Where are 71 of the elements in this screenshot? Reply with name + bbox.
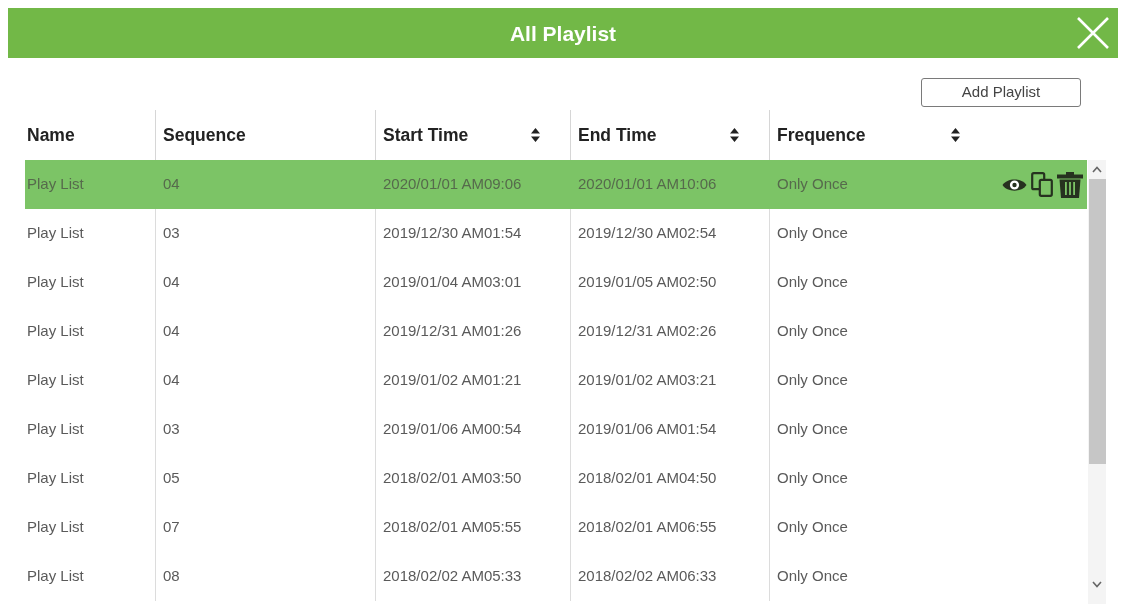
table-cell-text: 2019/12/31 AM02:26 — [578, 321, 717, 342]
eye-icon[interactable] — [1002, 176, 1027, 193]
table-cell-text: 04 — [163, 370, 180, 391]
column-header: Frequence — [777, 123, 866, 147]
table-cell-text: 05 — [163, 468, 180, 489]
table-cell-text: Only Once — [777, 419, 848, 440]
table-cell-text: 2019/01/06 AM01:54 — [578, 419, 717, 440]
scrollbar-track[interactable] — [1088, 160, 1106, 604]
table-cell-text: 08 — [163, 566, 180, 587]
table-cell-text: Only Once — [777, 517, 848, 538]
table-cell-text: 2019/01/02 AM03:21 — [578, 370, 717, 391]
table-cell-text: 2018/02/01 AM04:50 — [578, 468, 717, 489]
table-cell-text: 2020/01/01 AM10:06 — [578, 174, 717, 195]
table-cell-text: Play List — [27, 517, 84, 538]
table-row[interactable]: Play List 08 2018/02/02 AM05:33 2018/02/02 AM06:33 Only Once — [25, 552, 1087, 601]
trash-icon[interactable] — [1057, 171, 1083, 198]
table-cell-text: 2018/02/01 AM06:55 — [578, 517, 717, 538]
scroll-down-icon[interactable] — [1092, 581, 1102, 588]
sort-icon[interactable] — [531, 128, 540, 142]
column-header: Name — [27, 123, 75, 147]
table-cell-text: 03 — [163, 223, 180, 244]
table-cell-text: Play List — [27, 321, 84, 342]
table-row[interactable]: Play List 04 2019/01/04 AM03:01 2019/01/05 AM02:50 Only Once — [25, 258, 1087, 307]
table-row[interactable]: Play List 07 2018/02/01 AM05:55 2018/02/01 AM06:55 Only Once — [25, 503, 1087, 552]
table-cell-text: Only Once — [777, 174, 848, 195]
table-cell-text: 2019/12/31 AM01:26 — [383, 321, 522, 342]
table-row[interactable]: Play List 04 2019/01/02 AM01:21 2019/01/02 AM03:21 Only Once — [25, 356, 1087, 405]
table-cell-text: 2018/02/01 AM05:55 — [383, 517, 522, 538]
scroll-up-icon[interactable] — [1092, 166, 1102, 173]
table-cell-text: 04 — [163, 272, 180, 293]
column-header: Start Time — [383, 123, 469, 147]
column-header: Sequence — [163, 123, 246, 147]
table-cell-text: 2018/02/01 AM03:50 — [383, 468, 522, 489]
table-cell-text: 2019/01/05 AM02:50 — [578, 272, 717, 293]
table-cell-text: 03 — [163, 419, 180, 440]
table-row[interactable]: Play List 03 2019/12/30 AM01:54 2019/12/30 AM02:54 Only Once — [25, 209, 1087, 258]
table-cell-text: Only Once — [777, 272, 848, 293]
table-cell-text: 2019/12/30 AM01:54 — [383, 223, 522, 244]
window-title: All Playlist — [509, 22, 617, 44]
table-row[interactable]: Play List 05 2018/02/01 AM03:50 2018/02/01 AM04:50 Only Once — [25, 454, 1087, 503]
table-cell-text: 2019/01/02 AM01:21 — [383, 370, 522, 391]
table-cell-text: 2018/02/02 AM06:33 — [578, 566, 717, 587]
add-playlist-button[interactable]: Add Playlist — [921, 78, 1081, 107]
table-cell-text: Play List — [27, 272, 84, 293]
sort-icon[interactable] — [951, 128, 960, 142]
scrollbar-thumb[interactable] — [1088, 179, 1106, 464]
table-cell-text: Play List — [27, 370, 84, 391]
table-cell-text: 04 — [163, 321, 180, 342]
copy-icon[interactable] — [1031, 172, 1053, 197]
table-cell-text: 2019/01/04 AM03:01 — [383, 272, 522, 293]
table-cell-text: Play List — [27, 174, 84, 195]
table-cell-text: 2018/02/02 AM05:33 — [383, 566, 522, 587]
close-icon — [1076, 16, 1110, 50]
table-cell-text: 04 — [163, 174, 180, 195]
table-cell-text: 2020/01/01 AM09:06 — [383, 174, 522, 195]
column-header: End Time — [578, 123, 657, 147]
table-cell-text: Only Once — [777, 321, 848, 342]
table-cell-text: Play List — [27, 419, 84, 440]
table-cell-text: 07 — [163, 517, 180, 538]
table-row[interactable]: Play List 04 2019/12/31 AM01:26 2019/12/31 AM02:26 Only Once — [25, 307, 1087, 356]
table-cell-text: Only Once — [777, 468, 848, 489]
table-cell-text: Only Once — [777, 566, 848, 587]
table-row[interactable]: Play List 03 2019/01/06 AM00:54 2019/01/06 AM01:54 Only Once — [25, 405, 1087, 454]
sort-icon[interactable] — [730, 128, 739, 142]
table-cell-text: Play List — [27, 223, 84, 244]
table-cell-text: Only Once — [777, 223, 848, 244]
table-cell-text: 2019/12/30 AM02:54 — [578, 223, 717, 244]
table-cell-text: Only Once — [777, 370, 848, 391]
table-cell-text: Play List — [27, 468, 84, 489]
table-cell-text: 2019/01/06 AM00:54 — [383, 419, 522, 440]
table-cell-text: Play List — [27, 566, 84, 587]
